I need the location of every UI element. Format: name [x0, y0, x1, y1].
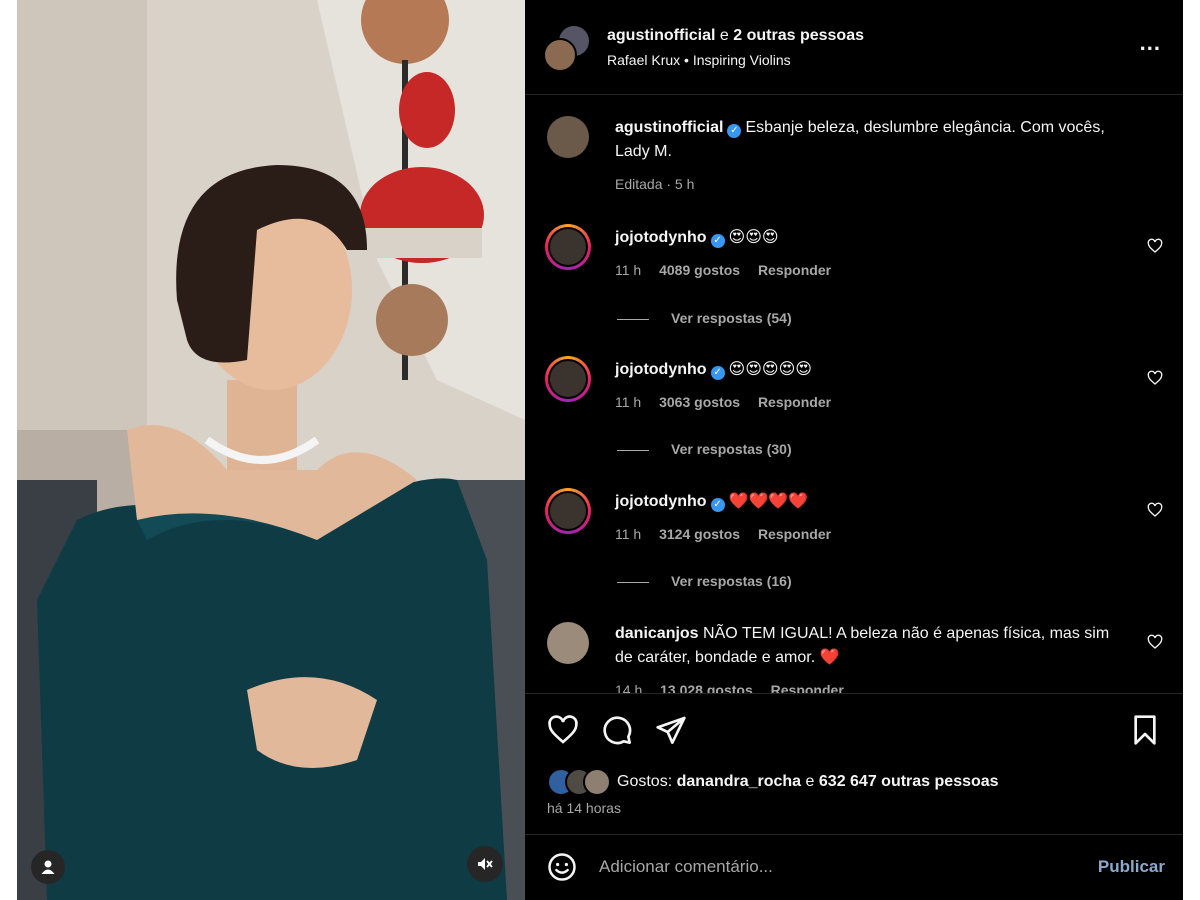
comment-likes[interactable]: 13 028 gostos	[660, 682, 753, 693]
share-icon[interactable]	[655, 714, 687, 746]
avatar[interactable]	[545, 224, 591, 270]
comment-input[interactable]: Adicionar comentário...	[599, 857, 1098, 877]
comment-text: ❤️❤️❤️❤️	[728, 493, 809, 510]
reply-button[interactable]: Responder	[771, 682, 844, 693]
post-video-frame	[17, 0, 525, 900]
more-icon[interactable]: ...	[1140, 30, 1161, 56]
collaborators-link[interactable]: 2 outras pessoas	[733, 27, 864, 44]
collab-avatars[interactable]	[543, 24, 591, 72]
verified-icon: ✓	[710, 498, 725, 512]
heart-icon[interactable]	[547, 714, 579, 746]
verified-icon: ✓	[710, 234, 725, 248]
comment-time: 11 h	[615, 526, 642, 542]
comment-likes[interactable]: 4089 gostos	[659, 262, 740, 278]
reply-button[interactable]: Responder	[758, 262, 831, 278]
heart-icon[interactable]	[1147, 370, 1163, 386]
comments-list[interactable]: agustinofficial ✓ Esbanje beleza, deslumbr…	[525, 96, 1183, 693]
avatar	[543, 38, 577, 72]
heart-icon[interactable]	[1147, 634, 1163, 650]
user-tag-icon	[41, 860, 55, 874]
caption-meta: Editada · 5 h	[615, 176, 695, 192]
post-actions: Gostos: danandra_rocha e 632 647 outras …	[525, 693, 1183, 835]
avatar[interactable]	[547, 622, 589, 664]
likes-joiner: e	[805, 773, 815, 790]
comment-username[interactable]: jojotodynho	[615, 493, 707, 510]
comment-item: jojotodynho ✓ 😍😍😍 11 h 4089 gostos Respond…	[545, 224, 1163, 282]
post-media[interactable]	[17, 0, 525, 900]
avatar[interactable]	[545, 488, 591, 534]
author-username[interactable]: agustinofficial	[607, 27, 715, 44]
comment-likes[interactable]: 3124 gostos	[659, 526, 740, 542]
comment-item: jojotodynho ✓ ❤️❤️❤️❤️ 11 h 3124 gostos Re…	[545, 488, 1163, 546]
comment-text: 😍😍😍	[728, 229, 779, 246]
post-side-panel: agustinofficial e 2 outras pessoas Rafae…	[525, 0, 1183, 900]
liker-username[interactable]: danandra_rocha	[677, 773, 801, 791]
post-time: há 14 horas	[547, 800, 621, 816]
avatar[interactable]	[545, 356, 591, 402]
music-separator: •	[684, 51, 689, 68]
post-dialog: agustinofficial e 2 outras pessoas Rafae…	[17, 0, 1183, 900]
caption: agustinofficial ✓ Esbanje beleza, deslumbr…	[547, 116, 1163, 196]
comment-icon[interactable]	[601, 714, 633, 746]
comment-username[interactable]: danicanjos	[615, 625, 699, 642]
music-artist[interactable]: Rafael Krux	[607, 52, 680, 68]
heart-icon[interactable]	[1147, 238, 1163, 254]
reply-button[interactable]: Responder	[758, 394, 831, 410]
reply-button[interactable]: Responder	[758, 526, 831, 542]
verified-icon: ✓	[710, 366, 725, 380]
mute-button[interactable]	[467, 846, 503, 882]
comment-username[interactable]: jojotodynho	[615, 361, 707, 378]
likes-count[interactable]: 632 647 outras pessoas	[819, 773, 999, 791]
user-tag-button[interactable]	[31, 850, 65, 884]
heart-icon[interactable]	[1147, 502, 1163, 518]
comment-time: 11 h	[615, 394, 642, 410]
mute-icon	[478, 858, 493, 870]
likers-avatars	[547, 768, 613, 796]
comment-text: 😍😍😍😍😍	[728, 361, 812, 378]
post-header: agustinofficial e 2 outras pessoas Rafae…	[525, 0, 1183, 95]
caption-username[interactable]: agustinofficial	[615, 119, 723, 136]
music-track[interactable]: Inspiring Violins	[693, 52, 791, 68]
smile-icon[interactable]	[547, 852, 577, 882]
comment-item: jojotodynho ✓ 😍😍😍😍😍 11 h 3063 gostos Respo…	[545, 356, 1163, 414]
bookmark-icon[interactable]	[1129, 714, 1161, 746]
comment-time: 14 h	[615, 682, 643, 693]
publish-button[interactable]: Publicar	[1098, 857, 1165, 877]
comment-likes[interactable]: 3063 gostos	[659, 394, 740, 410]
comment-username[interactable]: jojotodynho	[615, 229, 707, 246]
likes-prefix: Gostos:	[617, 773, 673, 790]
add-comment-bar: Adicionar comentário... Publicar	[525, 834, 1183, 900]
view-replies-button[interactable]: Ver respostas (30)	[617, 441, 792, 457]
likes-summary[interactable]: Gostos: danandra_rocha e 632 647 outras …	[547, 768, 999, 796]
comment-time: 11 h	[615, 262, 642, 278]
comment-item: danicanjos NÃO TEM IGUAL! A beleza não é…	[547, 622, 1163, 693]
verified-icon: ✓	[727, 124, 742, 138]
view-replies-button[interactable]: Ver respostas (54)	[617, 310, 792, 326]
view-replies-button[interactable]: Ver respostas (16)	[617, 573, 792, 589]
avatar[interactable]	[547, 116, 589, 158]
author-joiner: e	[719, 26, 729, 44]
